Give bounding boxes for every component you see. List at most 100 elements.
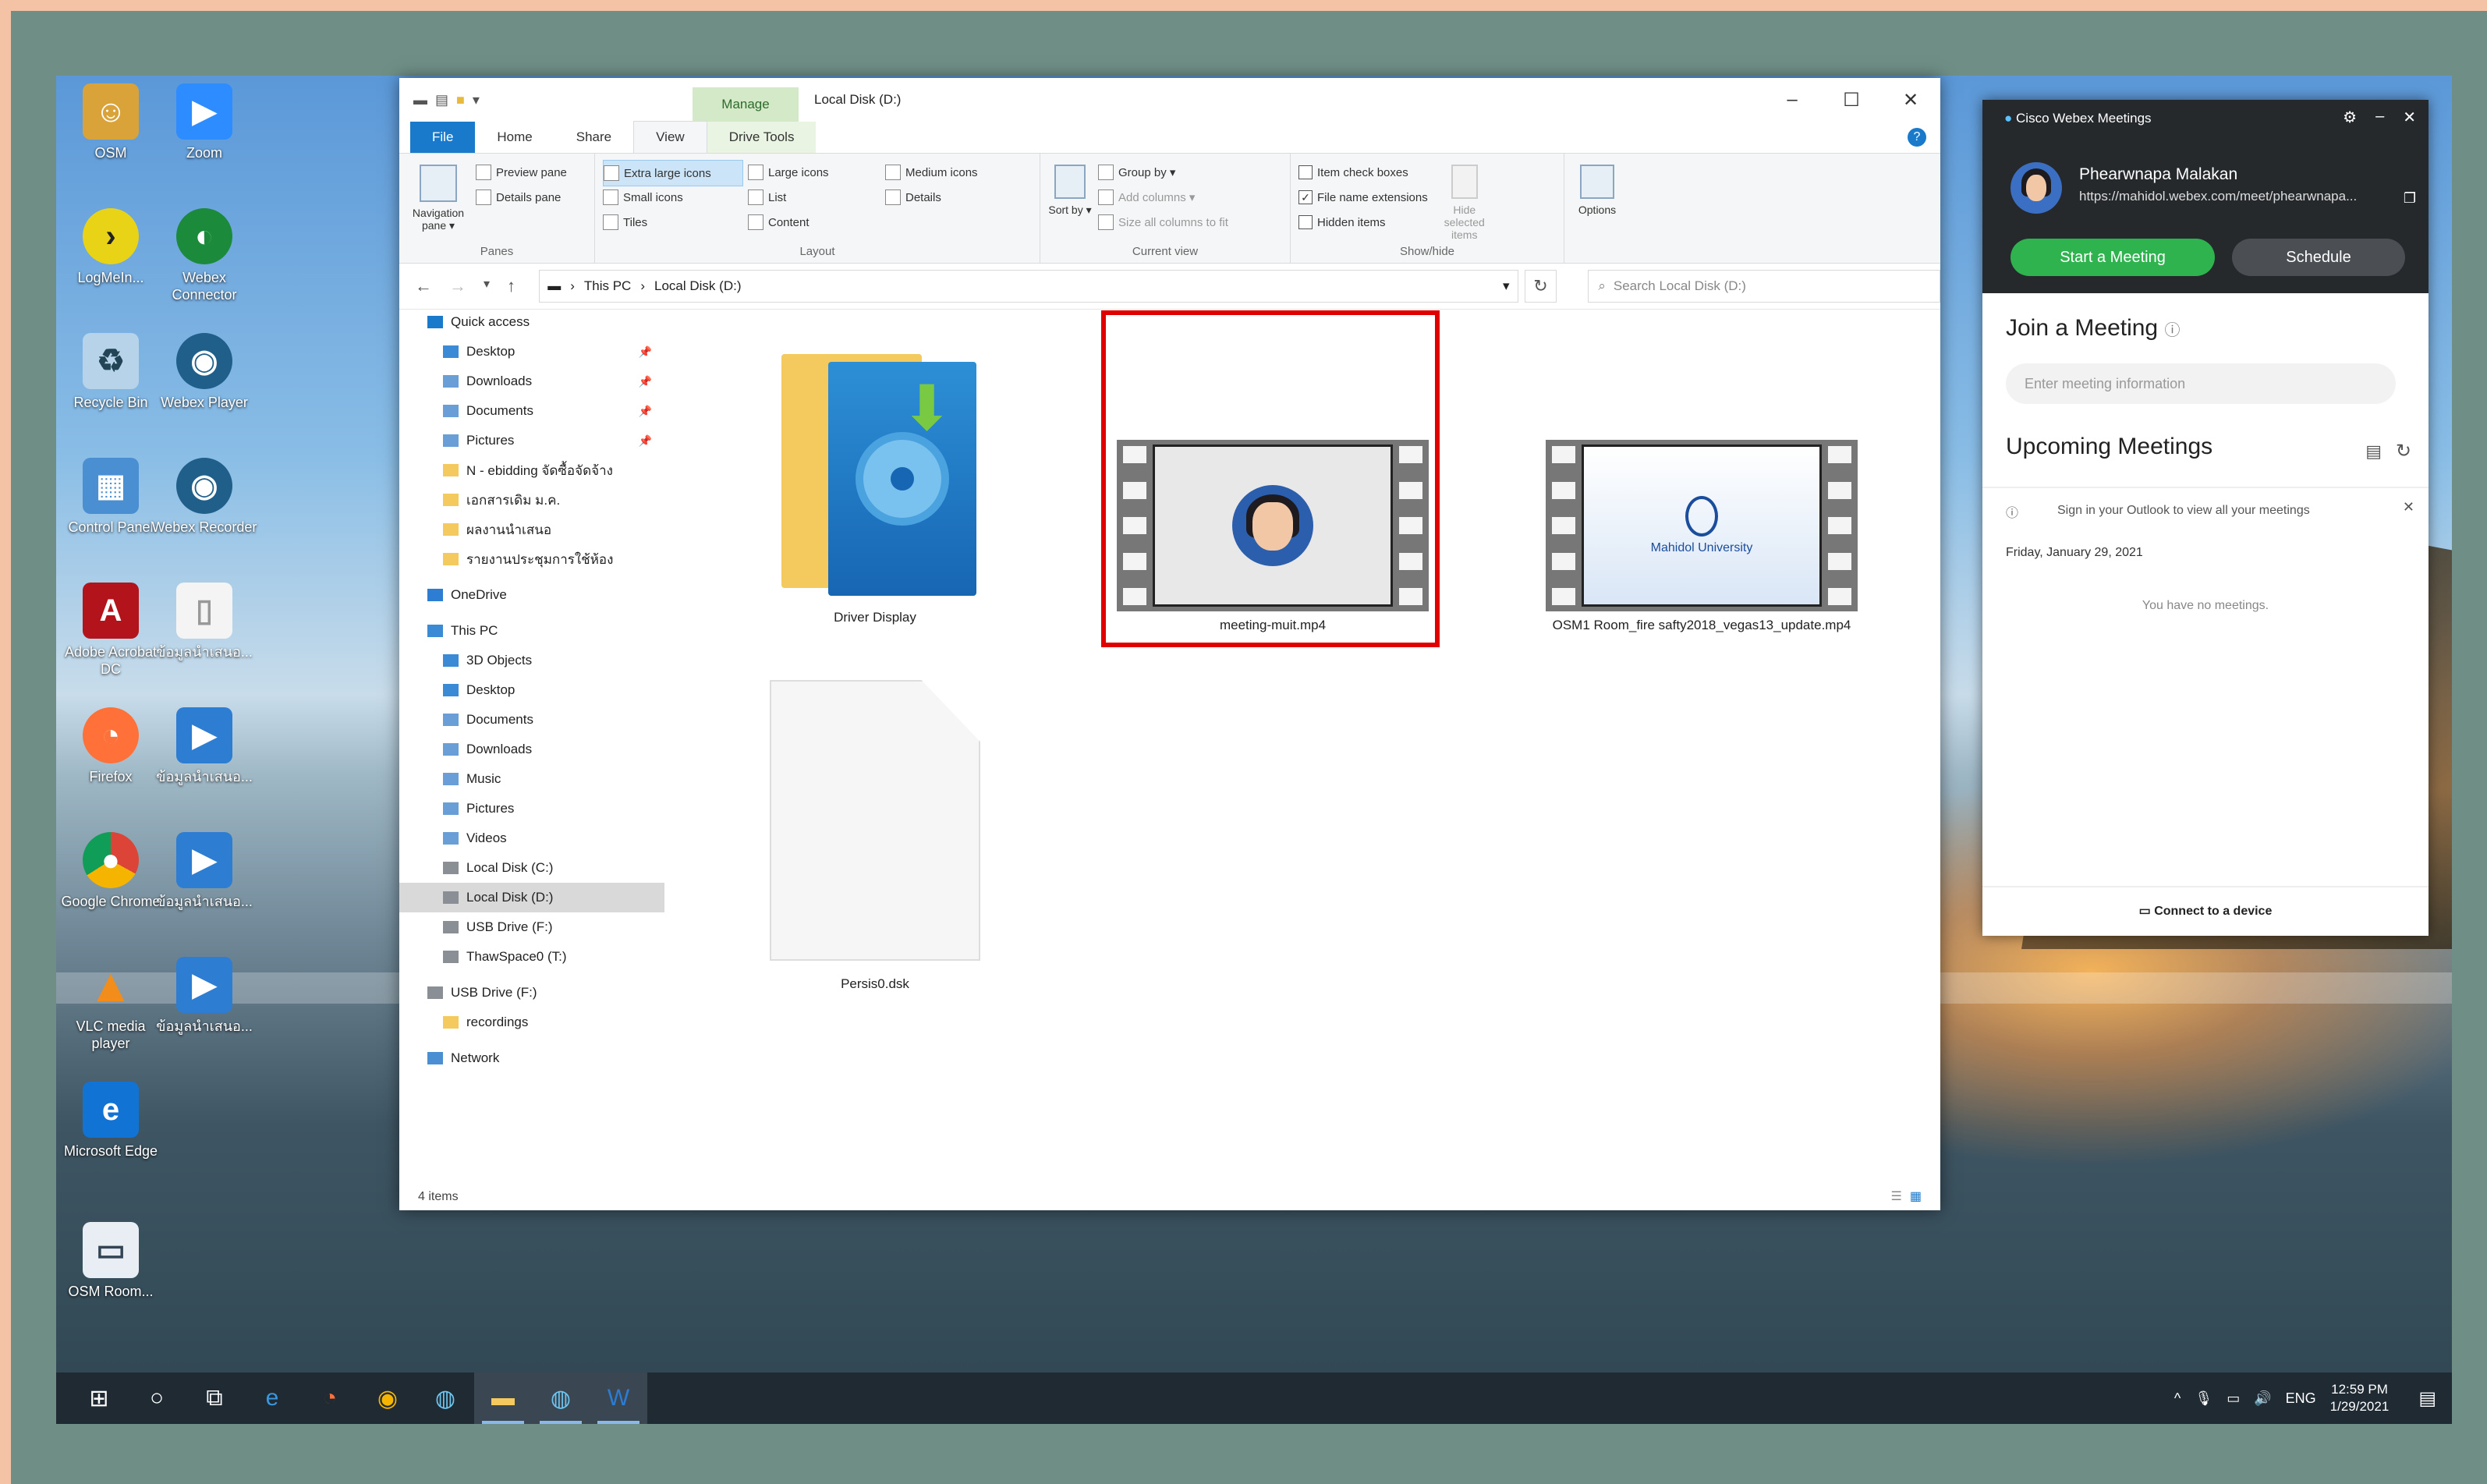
calendar-icon[interactable]: ▤ [2365,441,2382,462]
file-item-osm-video[interactable]: Mahidol University OSM1 Room_fire safty2… [1538,440,1865,633]
tiles-option[interactable]: Tiles [603,210,743,235]
desktop-icon-webex-connector[interactable]: ◐ Webex Connector [150,208,259,303]
breadcrumb-drive[interactable]: Local Disk (D:) [654,278,741,294]
extra-large-icons-option[interactable]: Extra large icons [603,160,743,186]
pin-icon[interactable]: 📌 [639,345,652,359]
close-icon[interactable]: ✕ [2403,499,2414,515]
desktop-icon-adobe[interactable]: A Adobe Acrobat DC [56,583,165,678]
clock[interactable]: 12:59 PM 1/29/2021 [2330,1381,2390,1415]
desktop-icon-osm-room[interactable]: ▭ OSM Room... [56,1222,165,1300]
maximize-button[interactable]: ☐ [1822,78,1881,122]
medium-icons-option[interactable]: Medium icons [885,160,1018,185]
desktop-icon-file-2[interactable]: ▶ ข้อมูลนำเสนอ... [150,707,259,785]
nav-item[interactable]: USB Drive (F:) [399,912,664,942]
start-meeting-button[interactable]: Start a Meeting [2011,239,2215,276]
large-icons-option[interactable]: Large icons [748,160,880,185]
nav-item[interactable]: Pictures [399,794,664,823]
info-icon[interactable]: ⓘ [2164,322,2180,339]
volume-icon[interactable]: 🔊 [2254,1390,2271,1407]
desktop-icon-zoom[interactable]: ▶ Zoom [150,83,259,161]
nav-item[interactable]: Local Disk (C:) [399,853,664,883]
item-check-boxes-toggle[interactable]: Item check boxes [1298,160,1428,185]
file-item-meeting-video[interactable]: meeting-muit.mp4 [1109,440,1437,633]
file-name-extensions-toggle[interactable]: ✓ File name extensions [1298,185,1428,210]
pin-icon[interactable]: 📌 [639,405,652,418]
options-button[interactable]: Options [1572,165,1622,216]
nav-item[interactable]: Desktop [399,675,664,705]
search-input[interactable]: ⌕ Search Local Disk (D:) [1588,270,1940,303]
taskbar-word[interactable]: W [590,1372,647,1424]
nav-item[interactable]: USB Drive (F:) [399,978,664,1008]
properties-icon[interactable]: ▤ [435,92,448,108]
group-by-button[interactable]: Group by ▾ [1098,160,1228,185]
minimize-button[interactable]: – [2375,108,2384,127]
connect-device-button[interactable]: ▭ Connect to a device [1982,903,2429,919]
details-pane-button[interactable]: Details pane [476,185,567,210]
desktop-icon-chrome[interactable]: ● Google Chrome [56,832,165,910]
breadcrumb-this-pc[interactable]: This PC [584,278,631,294]
tab-file[interactable]: File [410,122,476,153]
desktop-icon-file-1[interactable]: ▯ ข้อมูลนำเสนอ... [150,583,259,661]
file-item-dsk[interactable]: Persis0.dsk [711,680,1039,992]
pin-icon[interactable]: 📌 [639,375,652,388]
nav-item[interactable]: Local Disk (D:) [399,883,664,912]
forward-arrow-icon[interactable]: → [449,276,466,296]
help-icon[interactable]: ? [1908,128,1926,147]
gear-icon[interactable]: ⚙ [2343,108,2357,127]
nav-item[interactable]: 3D Objects [399,646,664,675]
preview-pane-button[interactable]: Preview pane [476,160,567,185]
tab-home[interactable]: Home [475,122,554,153]
file-item-folder[interactable]: ⬇ Driver Display [711,338,1039,625]
desktop-icon-control-panel[interactable]: ▦ Control Panel [56,458,165,536]
nav-item[interactable]: N - ebidding จัดซื้อจัดจ้าง [399,455,664,485]
desktop-icon-webex-player[interactable]: ◉ Webex Player [150,333,259,411]
back-arrow-icon[interactable]: ← [415,276,432,296]
desktop-icon-file-4[interactable]: ▶ ข้อมูลนำเสนอ... [150,957,259,1035]
nav-item[interactable]: OneDrive [399,580,664,610]
desktop-icon-webex-recorder[interactable]: ◉ Webex Recorder [150,458,259,536]
size-columns-button[interactable]: Size all columns to fit [1098,210,1228,235]
desktop-icon-logmein[interactable]: › LogMeIn... [56,208,165,286]
avatar[interactable] [2011,162,2062,214]
personal-room-url[interactable]: https://mahidol.webex.com/meet/phearwnap… [2079,189,2357,204]
desktop-icon-osm[interactable]: ☺ OSM [56,83,165,161]
tab-manage[interactable]: Manage [693,87,799,122]
details-option[interactable]: Details [885,185,1018,210]
nav-item[interactable]: Network [399,1043,664,1073]
pin-icon[interactable]: 📌 [639,434,652,448]
language-indicator[interactable]: ENG [2286,1390,2316,1407]
hidden-items-checkbox[interactable] [1298,215,1313,229]
taskbar-webex-player[interactable]: ◍ [416,1372,474,1424]
nav-item[interactable]: ThawSpace0 (T:) [399,942,664,972]
nav-item[interactable]: Videos [399,823,664,853]
customize-qat-icon[interactable]: ▾ [473,92,480,108]
search-button[interactable]: ○ [128,1372,186,1424]
network-icon[interactable]: ▭ [2227,1390,2240,1407]
drive-icon[interactable]: ▬ [413,92,427,108]
nav-item[interactable]: Music [399,764,664,794]
desktop-icon-vlc[interactable]: ▲ VLC media player [56,957,165,1052]
nav-item[interactable]: ผลงานนำเสนอ [399,515,664,544]
minimize-button[interactable]: – [1763,78,1822,122]
nav-item[interactable]: Documents 📌 [399,396,664,426]
nav-item[interactable]: Downloads 📌 [399,367,664,396]
file-name-extensions-checkbox[interactable]: ✓ [1298,190,1313,204]
nav-item[interactable]: Quick access [399,307,664,337]
schedule-button[interactable]: Schedule [2232,239,2405,276]
nav-item[interactable]: recordings [399,1008,664,1037]
nav-item[interactable]: Downloads [399,735,664,764]
desktop-icon-edge[interactable]: e Microsoft Edge [56,1082,165,1160]
nav-item[interactable]: รายงานประชุมการใช้ห้อง [399,544,664,574]
taskbar-webex-meetings[interactable]: ◍ [532,1372,590,1424]
nav-item[interactable]: Pictures 📌 [399,426,664,455]
content-option[interactable]: Content [748,210,880,235]
meeting-info-input[interactable]: Enter meeting information [2006,363,2396,404]
copy-icon[interactable]: ❐ [2404,190,2416,207]
taskbar-firefox[interactable]: ◔ [301,1372,359,1424]
new-folder-icon[interactable]: ■ [456,92,465,108]
desktop-icon-firefox[interactable]: ◔ Firefox [56,707,165,785]
microphone-icon[interactable]: 🎙 [2195,1390,2212,1407]
add-columns-button[interactable]: Add columns ▾ [1098,185,1228,210]
refresh-icon[interactable]: ↻ [2396,440,2411,462]
recent-chevron-icon[interactable]: ▾ [484,276,490,296]
